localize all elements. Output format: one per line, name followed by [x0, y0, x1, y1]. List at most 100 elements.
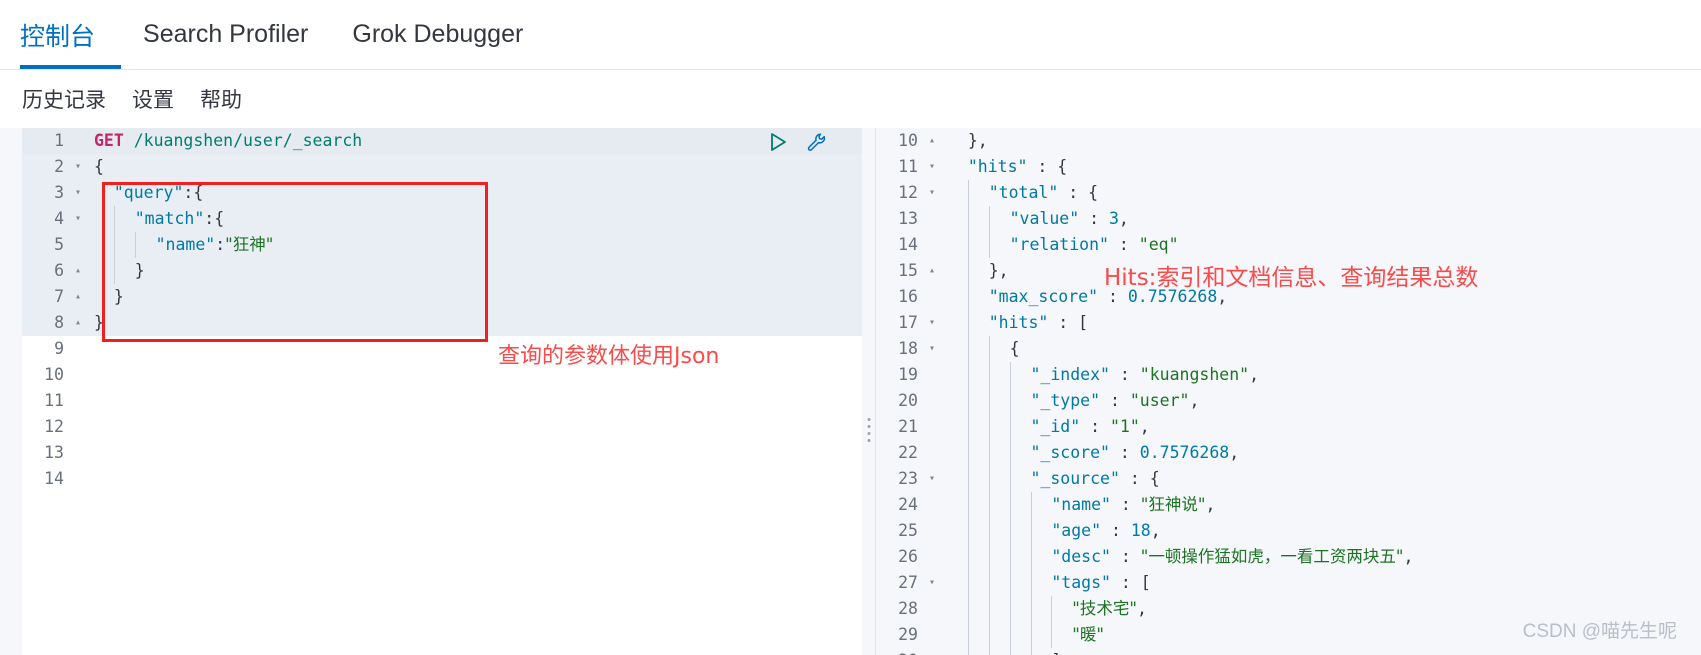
response-text: { [940, 336, 1701, 362]
indent-guide [967, 180, 969, 206]
line-number: 13 [898, 209, 918, 228]
fold-toggle[interactable]: ▾ [924, 466, 940, 492]
request-editor-pane[interactable]: 1 GET /kuangshen/user/_search 2 ▾ {3 ▾ … [22, 128, 862, 655]
fold-toggle[interactable]: ▴ [924, 648, 940, 655]
line-number: 15 [898, 261, 918, 280]
editor-actions [766, 130, 828, 154]
response-line-23[interactable]: 23 ▾ "_source" : { [876, 466, 1701, 492]
json-key: "desc" [1051, 547, 1111, 566]
json-punc: { [1009, 339, 1020, 358]
json-punc: : [1101, 521, 1131, 540]
fold-toggle[interactable]: ▴ [70, 258, 86, 284]
response-line-20[interactable]: 20 "_type" : "user", [876, 388, 1701, 414]
response-viewer-pane[interactable]: 10 ▴ }, 11 ▾ "hits" : { 12 ▾ "total" : {… [876, 128, 1701, 655]
response-rows[interactable]: 10 ▴ }, 11 ▾ "hits" : { 12 ▾ "total" : {… [876, 128, 1701, 655]
response-line-22[interactable]: 22 "_score" : 0.7576268, [876, 440, 1701, 466]
json-punc: , [1249, 365, 1260, 384]
json-punc: , [1150, 521, 1161, 540]
response-line-14[interactable]: 14 "relation" : "eq" [876, 232, 1701, 258]
fold-toggle[interactable]: ▴ [70, 310, 86, 336]
response-line-24[interactable]: 24 "name" : "狂神说", [876, 492, 1701, 518]
line-number: 14 [898, 235, 918, 254]
indent-guide [134, 232, 136, 258]
play-icon[interactable] [766, 130, 790, 154]
indent-guide [988, 544, 990, 570]
submenu-item-history[interactable]: 历史记录 [22, 84, 106, 114]
line-number: 2 [54, 157, 64, 176]
json-string: "一顿操作猛如虎，一看工资两块五" [1140, 547, 1404, 566]
fold-toggle[interactable]: ▴ [924, 128, 940, 154]
request-line-10[interactable]: 10 [22, 362, 862, 388]
response-line-25[interactable]: 25 "age" : 18, [876, 518, 1701, 544]
fold-toggle[interactable]: ▴ [924, 258, 940, 284]
response-text: "total" : { [940, 180, 1701, 206]
response-line-10[interactable]: 10 ▴ }, [876, 128, 1701, 154]
splitter-handle-icon[interactable] [867, 418, 871, 442]
request-line-12[interactable]: 12 [22, 414, 862, 440]
response-line-17[interactable]: 17 ▾ "hits" : [ [876, 310, 1701, 336]
tab-search-profiler-label: Search Profiler [143, 20, 309, 48]
json-key: "hits" [988, 313, 1049, 332]
response-line-26[interactable]: 26 "desc" : "一顿操作猛如虎，一看工资两块五", [876, 544, 1701, 570]
fold-toggle[interactable]: ▾ [924, 180, 940, 206]
response-line-21[interactable]: 21 "_id" : "1", [876, 414, 1701, 440]
json-punc: ] [1051, 651, 1061, 655]
fold-toggle[interactable]: ▾ [70, 154, 86, 180]
line-number: 26 [898, 547, 918, 566]
tab-grok-debugger[interactable]: Grok Debugger [330, 0, 545, 69]
fold-toggle[interactable]: ▾ [924, 336, 940, 362]
json-punc: , [1229, 443, 1240, 462]
request-line-6[interactable]: 6 ▴ } [22, 258, 862, 284]
request-line-2[interactable]: 2 ▾ { [22, 154, 862, 180]
tab-console[interactable]: 控制台 [20, 0, 122, 69]
response-text: "hits" : [ [940, 310, 1701, 336]
indent-guide [1051, 622, 1053, 648]
response-line-11[interactable]: 11 ▾ "hits" : { [876, 154, 1701, 180]
json-string: "暖" [1072, 625, 1104, 644]
line-number: 21 [898, 417, 918, 436]
line-number: 3 [54, 183, 64, 202]
response-text: "age" : 18, [940, 518, 1701, 544]
json-punc: } [134, 261, 145, 280]
response-line-27[interactable]: 27 ▾ "tags" : [ [876, 570, 1701, 596]
response-text: "_id" : "1", [940, 414, 1701, 440]
request-body-rows[interactable]: 2 ▾ { 3 ▾ "query":{ 4 ▾ "match":{ 5 "nam… [22, 154, 862, 342]
line-number: 14 [44, 469, 64, 488]
response-line-12[interactable]: 12 ▾ "total" : { [876, 180, 1701, 206]
request-line-1[interactable]: 1 GET /kuangshen/user/_search [22, 128, 862, 154]
request-line-5[interactable]: 5 "name":"狂神" [22, 232, 862, 258]
indent-guide [1030, 570, 1032, 596]
line-number: 5 [54, 235, 64, 254]
indent-guide [967, 362, 969, 388]
response-line-18[interactable]: 18 ▾ { [876, 336, 1701, 362]
tab-search-profiler[interactable]: Search Profiler [121, 0, 330, 69]
request-line-11[interactable]: 11 [22, 388, 862, 414]
response-line-19[interactable]: 19 "_index" : "kuangshen", [876, 362, 1701, 388]
fold-toggle[interactable]: ▾ [924, 310, 940, 336]
request-line-8[interactable]: 8 ▴ } [22, 310, 862, 336]
pane-splitter[interactable] [862, 128, 876, 655]
response-line-13[interactable]: 13 "value" : 3, [876, 206, 1701, 232]
fold-toggle[interactable]: ▾ [70, 180, 86, 206]
line-number: 13 [44, 443, 64, 462]
response-line-30[interactable]: 30 ▴ ] [876, 648, 1701, 655]
fold-toggle[interactable]: ▾ [924, 154, 940, 180]
indent-guide [967, 440, 969, 466]
line-number: 27 [898, 573, 918, 592]
request-line-7[interactable]: 7 ▴ } [22, 284, 862, 310]
request-line-13[interactable]: 13 [22, 440, 862, 466]
submenu-item-help[interactable]: 帮助 [200, 84, 242, 114]
fold-toggle[interactable]: ▴ [70, 284, 86, 310]
request-line-3[interactable]: 3 ▾ "query":{ [22, 180, 862, 206]
request-line-4[interactable]: 4 ▾ "match":{ [22, 206, 862, 232]
line-number: 11 [44, 391, 64, 410]
submenu-item-settings[interactable]: 设置 [132, 84, 174, 114]
wrench-icon[interactable] [804, 130, 828, 154]
request-line-14[interactable]: 14 [22, 466, 862, 492]
request-line-9[interactable]: 9 [22, 336, 862, 362]
fold-toggle[interactable]: ▾ [924, 570, 940, 596]
json-punc: , [1139, 417, 1150, 436]
indent-guide [967, 206, 969, 232]
fold-toggle[interactable]: ▾ [70, 206, 86, 232]
line-number: 25 [898, 521, 918, 540]
